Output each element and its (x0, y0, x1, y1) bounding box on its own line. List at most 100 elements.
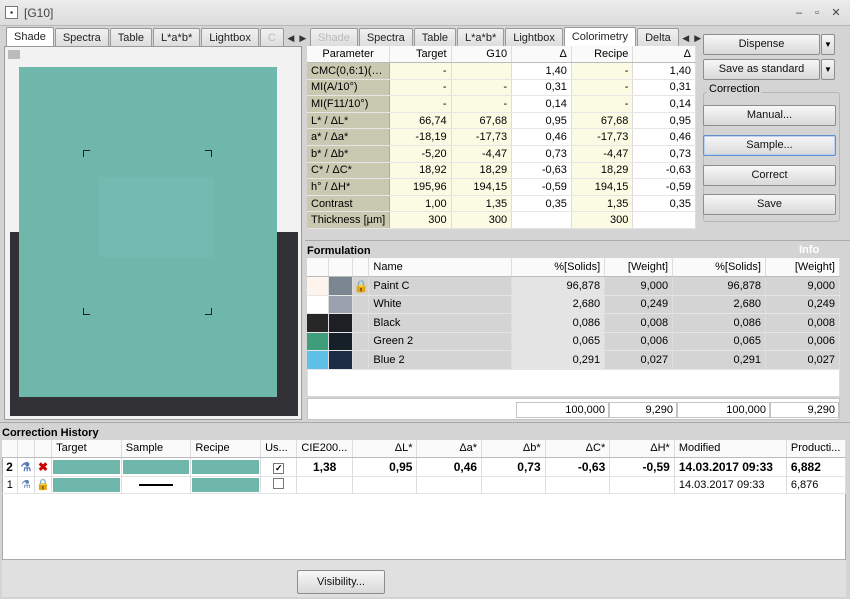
save-as-standard-button[interactable]: Save as standard (703, 59, 820, 80)
cell[interactable]: 0,249 (604, 295, 674, 314)
tab-lightbox-right[interactable]: Lightbox (505, 28, 563, 47)
cell[interactable]: 2,680 (672, 295, 766, 314)
cell[interactable]: 0,027 (604, 350, 674, 370)
col-production[interactable]: Producti... (786, 440, 847, 458)
col-recipe[interactable]: Recipe (571, 46, 634, 64)
formulation-row[interactable]: Green 2 0,065 0,006 0,065 0,006 (307, 332, 841, 351)
cell[interactable]: 0,006 (604, 332, 674, 351)
tab-colorimetry[interactable]: Colorimetry (563, 27, 637, 47)
tab-table-left[interactable]: Table (109, 28, 153, 47)
dispense-dropdown-icon[interactable]: ▼ (821, 34, 835, 55)
col-modified[interactable]: Modified (674, 440, 787, 458)
cell[interactable]: 0,008 (765, 313, 841, 333)
horizontal-splitter-main[interactable] (0, 422, 850, 425)
minimize-icon[interactable]: – (792, 6, 806, 20)
cell: 18,92 (389, 162, 452, 180)
col-da[interactable]: Δa* (416, 440, 483, 458)
col-target[interactable]: Target (389, 46, 452, 64)
cell[interactable]: 0,006 (765, 332, 841, 351)
manual-button[interactable]: Manual... (703, 105, 836, 126)
tab-lab-right[interactable]: L*a*b* (457, 28, 505, 47)
lock-cell[interactable] (352, 332, 370, 351)
cell[interactable]: 9,000 (765, 276, 841, 296)
col-delta-2[interactable]: Δ (632, 46, 696, 64)
col-solids-2[interactable]: %[Solids] (672, 258, 766, 277)
correct-button[interactable]: Correct (703, 165, 836, 186)
col-delta-1[interactable]: Δ (511, 46, 572, 64)
tab-next-right-icon[interactable]: ▶ (692, 29, 704, 47)
tab-prev-icon[interactable]: ◀ (285, 29, 297, 47)
tab-spectra-right[interactable]: Spectra (358, 28, 413, 47)
cell[interactable]: 0,008 (604, 313, 674, 333)
cell (451, 62, 513, 80)
save-standard-dropdown-icon[interactable]: ▼ (821, 59, 835, 80)
col-name[interactable]: Name (368, 258, 513, 277)
formulation-row[interactable]: Blue 2 0,291 0,027 0,291 0,027 (307, 350, 841, 370)
tab-more-left[interactable]: C (259, 28, 284, 47)
cell[interactable]: 9,000 (604, 276, 674, 296)
tab-lightbox-left[interactable]: Lightbox (201, 28, 259, 47)
col-sample[interactable]: Sample (121, 440, 192, 458)
formulation-row[interactable]: White 2,680 0,249 2,680 0,249 (307, 295, 841, 314)
visibility-button[interactable]: Visibility... (297, 570, 385, 594)
cell[interactable]: 0,065 (672, 332, 766, 351)
cell[interactable]: 0,065 (511, 332, 606, 351)
tab-lab-left[interactable]: L*a*b* (153, 28, 201, 47)
tab-shade-left[interactable]: Shade (6, 27, 54, 47)
preview-toolbar-icon[interactable] (8, 50, 20, 59)
col-solids-1[interactable]: %[Solids] (511, 258, 606, 277)
save-button[interactable]: Save (703, 194, 836, 215)
col-dh[interactable]: ΔH* (609, 440, 675, 458)
cell[interactable]: 0,086 (511, 313, 606, 333)
lock-icon[interactable]: 🔒 (352, 276, 370, 296)
lock-cell[interactable] (352, 295, 370, 314)
sample-button[interactable]: Sample... (703, 135, 836, 156)
pipette-icon[interactable]: ⚗ (17, 476, 35, 494)
cell[interactable]: 2,680 (511, 295, 606, 314)
close-icon[interactable]: ✕ (829, 6, 843, 20)
cell[interactable]: 0,291 (511, 350, 606, 370)
col-dl[interactable]: ΔL* (352, 440, 418, 458)
col-parameter[interactable]: Parameter (307, 46, 391, 64)
cell[interactable]: 0,249 (765, 295, 841, 314)
right-tabstrip: Shade Spectra Table L*a*b* Lightbox Colo… (310, 27, 704, 47)
col-cie[interactable]: CIE200... (296, 440, 353, 458)
cell[interactable]: 96,878 (672, 276, 766, 296)
reject-icon[interactable]: ✖ (34, 457, 53, 477)
component-name: White (368, 295, 513, 314)
lock-cell[interactable] (352, 313, 370, 333)
cell[interactable]: 0,291 (672, 350, 766, 370)
col-used[interactable]: Us... (260, 440, 298, 458)
tab-spectra-left[interactable]: Spectra (54, 28, 109, 47)
table-row: MI(F11/10°) - -0,14-0,14 (307, 95, 696, 113)
cell[interactable]: 96,878 (511, 276, 606, 296)
horizontal-splitter-right[interactable] (305, 240, 850, 243)
tab-shade-right[interactable]: Shade (310, 28, 358, 47)
used-checkbox[interactable]: ✓ (260, 457, 298, 477)
col-recipe[interactable]: Recipe (190, 440, 262, 458)
history-row[interactable]: 1 ⚗ 🔒 14.03.2017 09:33 6,876 (2, 476, 847, 494)
pipette-icon[interactable]: ⚗ (17, 457, 35, 477)
dispense-button[interactable]: Dispense (703, 34, 820, 55)
used-checkbox[interactable] (260, 476, 298, 494)
history-row[interactable]: 2 ⚗ ✖ ✓ 1,38 0,95 0,46 0,73 -0,63 -0,59 … (2, 457, 847, 477)
col-target[interactable]: Target (51, 440, 122, 458)
col-g10[interactable]: G10 (451, 46, 513, 64)
col-dc[interactable]: ΔC* (545, 440, 611, 458)
tab-prev-right-icon[interactable]: ◀ (680, 29, 692, 47)
cell[interactable]: 0,086 (672, 313, 766, 333)
lock-icon[interactable]: 🔒 (34, 476, 53, 494)
tab-delta[interactable]: Delta (637, 28, 679, 47)
col-db[interactable]: Δb* (481, 440, 546, 458)
formulation-row[interactable]: 🔒 Paint C 96,878 9,000 96,878 9,000 (307, 276, 841, 296)
tab-next-icon[interactable]: ▶ (297, 29, 309, 47)
cell: - (571, 79, 634, 97)
tab-table-right[interactable]: Table (413, 28, 457, 47)
formulation-row[interactable]: Black 0,086 0,008 0,086 0,008 (307, 313, 841, 333)
lock-cell[interactable] (352, 350, 370, 370)
cell[interactable]: 0,027 (765, 350, 841, 370)
col-weight-2[interactable]: [Weight] (765, 258, 841, 277)
cell: 0,31 (632, 79, 696, 97)
col-weight-1[interactable]: [Weight] (604, 258, 674, 277)
restore-icon[interactable]: ▫ (810, 6, 824, 20)
